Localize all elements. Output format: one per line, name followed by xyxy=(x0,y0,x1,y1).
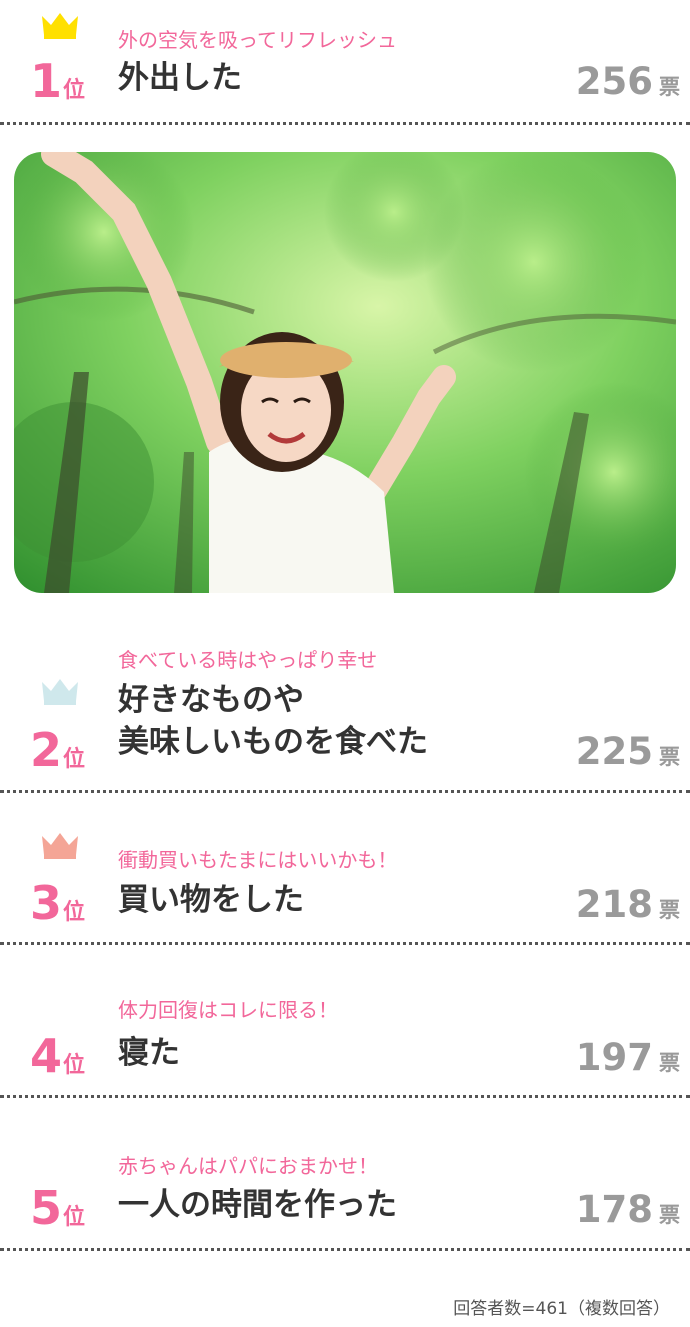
rank-number: 3位 xyxy=(30,876,85,930)
rank-number: 2位 xyxy=(30,723,85,777)
rank-answer: 好きなものや 美味しいものを食べた xyxy=(118,682,428,760)
rank-number: 5位 xyxy=(30,1181,85,1235)
rank-answer: 寝た xyxy=(118,1035,180,1071)
vote-count: 178 票 xyxy=(575,1188,680,1231)
rank-number: 4位 xyxy=(30,1029,85,1083)
rank-tagline: 食べている時はやっぱり幸せ xyxy=(118,648,378,672)
bronze-crown-icon xyxy=(42,833,78,859)
dotted-divider xyxy=(0,790,690,793)
vote-count: 197 票 xyxy=(575,1036,680,1079)
rank-answer: 買い物をした xyxy=(118,882,304,918)
rank-tagline: 外の空気を吸ってリフレッシュ xyxy=(118,28,397,52)
vote-count: 225 票 xyxy=(575,730,680,773)
vote-count: 256 票 xyxy=(575,60,680,103)
vote-count: 218 票 xyxy=(575,883,680,926)
dotted-divider xyxy=(0,1248,690,1251)
hero-photo xyxy=(14,152,676,593)
dotted-divider xyxy=(0,942,690,945)
rank-number: 1位 xyxy=(30,54,85,108)
rank-answer: 一人の時間を作った xyxy=(118,1187,397,1223)
respondent-count-note: 回答者数=461（複数回答） xyxy=(453,1299,670,1319)
dotted-divider xyxy=(0,122,690,125)
silver-crown-icon xyxy=(42,679,78,705)
gold-crown-icon xyxy=(42,13,78,39)
rank-tagline: 衝動買いもたまにはいいかも！ xyxy=(118,848,398,872)
rank-answer: 外出した xyxy=(118,60,242,96)
woman-in-forest-image xyxy=(14,152,676,593)
dotted-divider xyxy=(0,1095,690,1098)
rank-tagline: 赤ちゃんはパパにおまかせ！ xyxy=(118,1154,378,1178)
rank-tagline: 体力回復はコレに限る！ xyxy=(118,998,338,1022)
